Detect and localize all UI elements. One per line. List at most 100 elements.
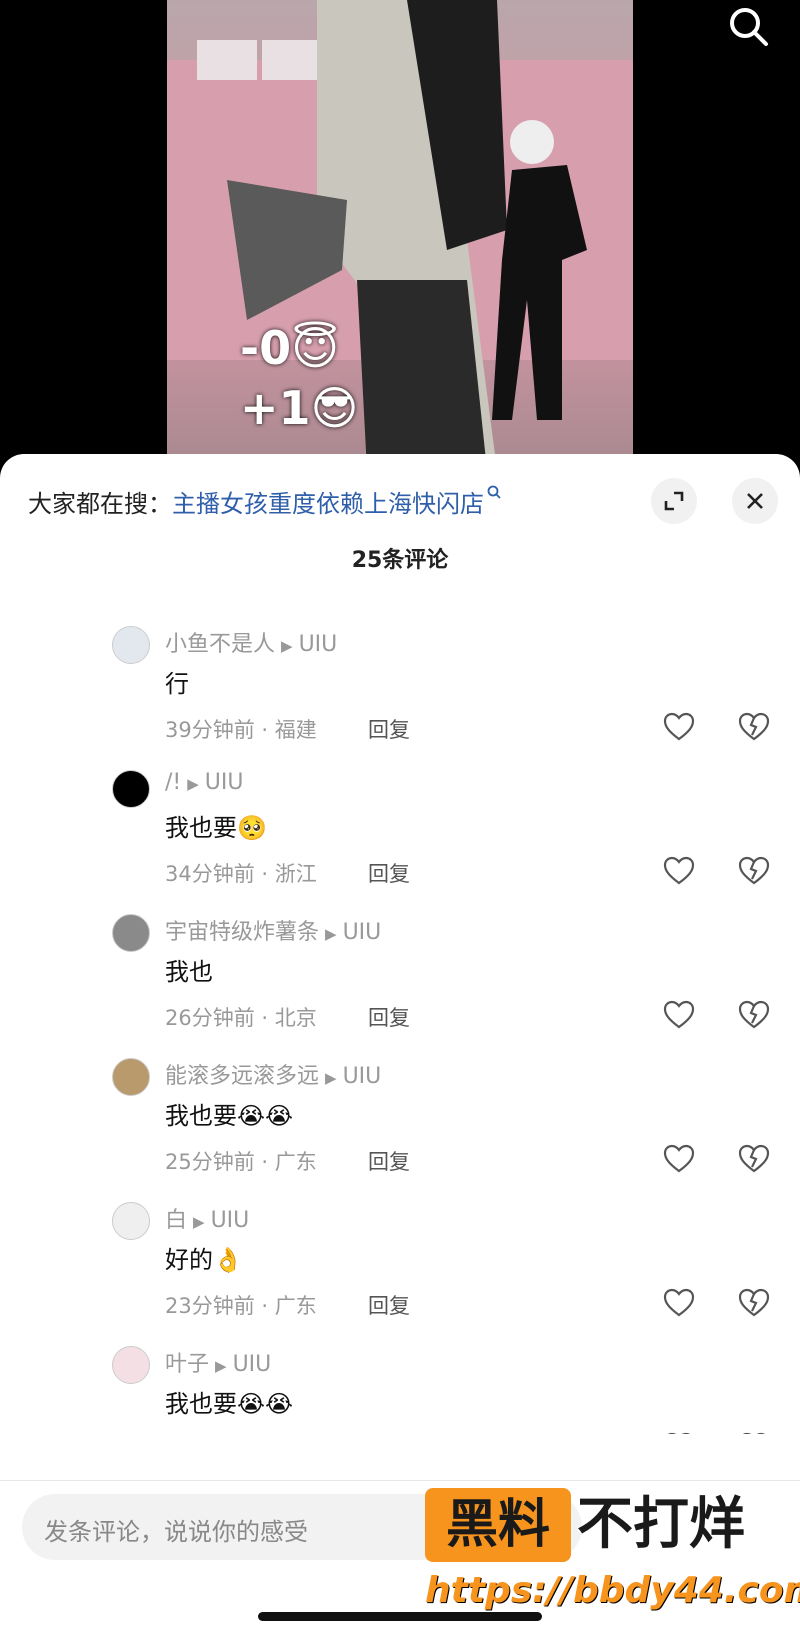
comment-count: 25条评论 xyxy=(351,548,449,573)
like-heart-icon[interactable] xyxy=(662,998,696,1032)
reply-to-name: UIU xyxy=(210,1208,250,1233)
close-icon xyxy=(747,493,763,509)
comment-region: 福建 xyxy=(274,718,317,742)
expand-icon xyxy=(664,491,684,511)
comment-sheet: 大家都在搜：主播女孩重度依赖上海快闪店 25条评论 小鱼不是人 ▶ UIU 行 39分钟… xyxy=(0,454,800,1633)
comment-text: 好的👌 xyxy=(165,1246,243,1274)
close-button[interactable] xyxy=(732,478,778,524)
comment-meta: 23分钟前 · 广东 xyxy=(165,1290,317,1320)
watermark-logo-box: 黑料 xyxy=(425,1488,571,1562)
comment-author[interactable]: 能滚多远滚多远 ▶ UIU xyxy=(165,1058,381,1090)
reply-to-arrow-icon: ▶ xyxy=(325,1069,337,1087)
comment-item[interactable]: 白 ▶ UIU 好的👌 23分钟前 · 广东 回复 xyxy=(0,1190,800,1334)
avatar[interactable] xyxy=(112,770,150,808)
comment-region: 广东 xyxy=(274,1294,317,1318)
comment-input-placeholder: 发条评论，说说你的感受 xyxy=(44,1518,308,1546)
dislike-broken-heart-icon[interactable] xyxy=(737,1142,771,1176)
author-name: 小鱼不是人 xyxy=(165,632,276,657)
home-indicator xyxy=(258,1612,542,1621)
comment-author[interactable]: /! ▶ UIU xyxy=(165,770,243,795)
avatar[interactable] xyxy=(112,626,150,664)
author-name: /! xyxy=(165,770,182,795)
reply-button[interactable]: 回复 xyxy=(368,714,410,744)
reply-to-name: UIU xyxy=(342,920,382,945)
search-button[interactable] xyxy=(726,4,770,48)
search-icon xyxy=(730,8,768,46)
reply-button[interactable]: 回复 xyxy=(368,858,410,888)
reply-to-arrow-icon: ▶ xyxy=(281,637,293,655)
reply-to-name: UIU xyxy=(204,770,244,795)
comment-list[interactable]: 小鱼不是人 ▶ UIU 行 39分钟前 · 福建 回复/! ▶ UIU 我也要🥺 34分钟前 · … xyxy=(0,604,800,1434)
reply-to-name: UIU xyxy=(342,1064,382,1089)
comment-meta: 39分钟前 · 福建 xyxy=(165,714,317,744)
reply-button[interactable]: 回复 xyxy=(368,1002,410,1032)
reply-to-arrow-icon: ▶ xyxy=(193,1213,205,1231)
comment-item[interactable]: /! ▶ UIU 我也要🥺 34分钟前 · 浙江 回复 xyxy=(0,758,800,902)
meta-separator: · xyxy=(254,1150,275,1174)
comment-item[interactable]: 宇宙特级炸薯条 ▶ UIU 我也 26分钟前 · 北京 回复 xyxy=(0,902,800,1046)
avatar[interactable] xyxy=(112,1346,150,1384)
comment-author[interactable]: 小鱼不是人 ▶ UIU xyxy=(165,626,337,658)
divider xyxy=(0,1480,800,1481)
comment-author[interactable]: 叶子 ▶ UIU xyxy=(165,1346,271,1378)
comment-text: 我也 xyxy=(165,958,213,986)
comment-region: 广东 xyxy=(274,1150,317,1174)
comment-meta: 26分钟前 · 北京 xyxy=(165,1002,317,1032)
avatar[interactable] xyxy=(112,914,150,952)
comment-author[interactable]: 白 ▶ UIU xyxy=(165,1202,249,1234)
small-search-icon xyxy=(487,485,501,499)
like-heart-icon[interactable] xyxy=(662,1430,696,1434)
watermark-logo-text: 不打烊 xyxy=(577,1492,745,1557)
video-frame xyxy=(167,0,633,470)
reply-button[interactable]: 回复 xyxy=(368,1290,410,1320)
comment-text: 我也要🥺 xyxy=(165,814,267,842)
dislike-broken-heart-icon[interactable] xyxy=(737,854,771,888)
scroll-fade xyxy=(0,604,800,628)
trending-keyword-link[interactable]: 主播女孩重度依赖上海快闪店 xyxy=(172,490,484,518)
trending-search[interactable]: 大家都在搜：主播女孩重度依赖上海快闪店 xyxy=(28,484,502,519)
dislike-broken-heart-icon[interactable] xyxy=(737,1286,771,1320)
video-scene-image xyxy=(167,0,633,470)
dislike-broken-heart-icon[interactable] xyxy=(737,710,771,744)
meta-separator: · xyxy=(254,862,275,886)
like-heart-icon[interactable] xyxy=(662,1142,696,1176)
comment-text: 行 xyxy=(165,670,189,698)
dislike-broken-heart-icon[interactable] xyxy=(737,998,771,1032)
comment-time: 39分钟前 xyxy=(165,718,255,742)
meta-separator: · xyxy=(254,718,275,742)
like-heart-icon[interactable] xyxy=(662,710,696,744)
like-heart-icon[interactable] xyxy=(662,854,696,888)
comment-item[interactable]: 能滚多远滚多远 ▶ UIU 我也要😭😭 25分钟前 · 广东 回复 xyxy=(0,1046,800,1190)
expand-button[interactable] xyxy=(651,478,697,524)
comment-region: 北京 xyxy=(274,1006,317,1030)
sticker-top: -0😇 xyxy=(240,321,340,375)
meta-separator: · xyxy=(254,1294,275,1318)
avatar[interactable] xyxy=(112,1058,150,1096)
avatar[interactable] xyxy=(112,1202,150,1240)
comment-region: 浙江 xyxy=(274,862,317,886)
trending-prefix: 大家都在搜： xyxy=(28,490,172,518)
dislike-broken-heart-icon[interactable] xyxy=(737,1430,771,1434)
reply-to-name: UIU xyxy=(298,632,338,657)
author-name: 宇宙特级炸薯条 xyxy=(165,920,320,945)
reply-to-name: UIU xyxy=(232,1352,272,1377)
author-name: 白 xyxy=(165,1208,188,1233)
comment-item[interactable]: 叶子▶UIU我也要😭😭20分钟前 · 四川回复 xyxy=(0,1334,800,1434)
reply-to-arrow-icon: ▶ xyxy=(215,1357,227,1375)
comment-text: 我也要😭😭 xyxy=(165,1102,294,1130)
comment-sheet-header: 大家都在搜：主播女孩重度依赖上海快闪店 25条评论 xyxy=(0,454,800,604)
comment-meta: 25分钟前 · 广东 xyxy=(165,1146,317,1176)
comment-meta: 34分钟前 · 浙江 xyxy=(165,858,317,888)
sticker-bottom: +1😎 xyxy=(240,381,359,435)
reply-button[interactable]: 回复 xyxy=(368,1146,410,1176)
comment-author[interactable]: 宇宙特级炸薯条 ▶ UIU xyxy=(165,914,381,946)
comment-time: 34分钟前 xyxy=(165,862,255,886)
comment-time: 26分钟前 xyxy=(165,1006,255,1030)
comment-item[interactable]: 小鱼不是人 ▶ UIU 行 39分钟前 · 福建 回复 xyxy=(0,614,800,758)
author-name: 能滚多远滚多远 xyxy=(165,1064,320,1089)
reply-to-arrow-icon: ▶ xyxy=(187,775,199,793)
author-name: 叶子 xyxy=(165,1352,210,1377)
video-player[interactable]: -0😇 +1😎 xyxy=(0,0,800,470)
comment-time: 25分钟前 xyxy=(165,1150,255,1174)
like-heart-icon[interactable] xyxy=(662,1286,696,1320)
